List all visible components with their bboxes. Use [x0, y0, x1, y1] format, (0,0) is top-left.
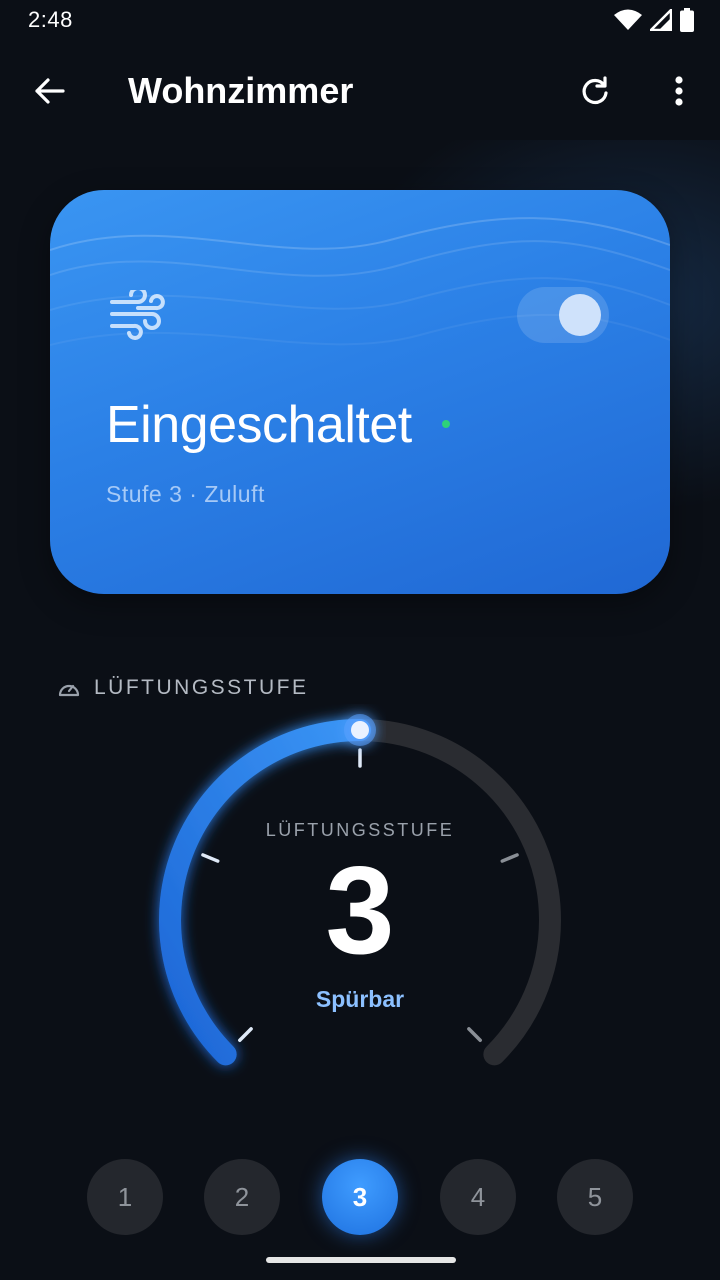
status-time: 2:48 — [28, 7, 73, 32]
device-status-card: Eingeschaltet Stufe 3 · Zuluft — [50, 190, 670, 594]
refresh-icon — [582, 76, 608, 105]
toggle-thumb — [559, 294, 601, 336]
card-wave-pattern — [50, 217, 670, 346]
level-button-1[interactable]: 1 — [87, 1159, 163, 1235]
device-state: Eingeschaltet — [106, 396, 412, 454]
level-button-4[interactable]: 4 — [440, 1159, 516, 1235]
dial-tick-1 — [238, 1027, 253, 1042]
online-status-dot — [442, 420, 450, 428]
dial-value: 3 — [325, 842, 395, 980]
back-button[interactable] — [24, 66, 74, 116]
top-app-bar: Wohnzimmer — [0, 40, 720, 140]
dial-tick-5 — [467, 1027, 482, 1042]
level-button-5[interactable]: 5 — [557, 1159, 633, 1235]
dial-caption: LÜFTUNGSSTUFE — [265, 820, 455, 840]
level-selector: 12345 — [0, 1159, 720, 1235]
level-button-2[interactable]: 2 — [204, 1159, 280, 1235]
more-vertical-icon — [675, 76, 683, 106]
status-icons — [614, 8, 694, 32]
power-toggle[interactable] — [517, 287, 609, 343]
dial-knob[interactable] — [351, 721, 369, 739]
home-indicator[interactable] — [266, 1257, 456, 1263]
wifi-icon — [614, 9, 642, 30]
arrow-left-icon — [35, 78, 65, 104]
level-button-3[interactable]: 3 — [322, 1159, 398, 1235]
device-subtitle: Stufe 3 · Zuluft — [106, 481, 265, 507]
refresh-button[interactable] — [570, 66, 620, 116]
dial-description: Spürbar — [315, 986, 405, 1012]
cell-signal-icon — [650, 9, 672, 31]
status-bar: 2:48 — [0, 0, 720, 40]
fan-wind-icon — [110, 290, 165, 340]
more-options-button[interactable] — [654, 66, 704, 116]
battery-icon — [680, 8, 694, 32]
page-title: Wohnzimmer — [128, 70, 354, 111]
